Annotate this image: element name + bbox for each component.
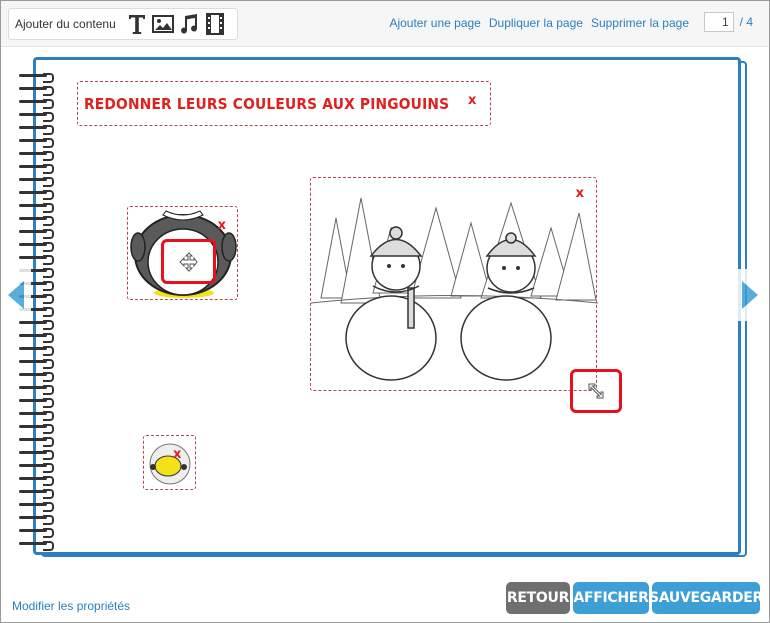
music-icon[interactable] [176,11,202,37]
move-handle-highlight[interactable] [161,239,216,284]
add-page-link[interactable]: Ajouter une page [389,16,480,30]
text-icon[interactable] [124,11,150,37]
delete-page-link[interactable]: Supprimer la page [591,16,689,30]
back-button[interactable]: RETOUR [506,582,570,614]
next-page-arrow[interactable] [735,269,765,321]
resize-handle-highlight[interactable] [570,369,622,413]
coloring-scene-block[interactable]: x [310,177,599,391]
total-pages: / 4 [739,15,753,29]
small-penguin-block[interactable]: x [143,435,196,490]
add-content-label: Ajouter du contenu [15,17,116,31]
modify-properties-link[interactable]: Modifier les propriétés [12,599,130,613]
delete-small-penguin-icon[interactable]: x [173,447,181,462]
page-title: REDONNER LEURS COULEURS AUX PINGOUINS [84,94,450,113]
move-icon [178,251,198,272]
top-toolbar: Ajouter du contenu Ajouter une page Dupl… [1,1,769,47]
delete-penguin-icon[interactable]: x [218,218,226,233]
delete-title-icon[interactable]: x [468,93,476,108]
small-penguin-illustration [149,443,191,485]
preview-button[interactable]: AFFICHER [573,582,649,614]
resize-icon [588,383,604,399]
delete-scene-icon[interactable]: x [576,186,584,201]
add-content-panel: Ajouter du contenu [8,8,238,40]
video-icon[interactable] [202,11,228,37]
page-actions: Ajouter une page Dupliquer la page Suppr… [389,16,689,30]
editor-window: Ajouter du contenu Ajouter une page Dupl… [0,0,770,623]
previous-page-arrow[interactable] [1,269,31,321]
snowmen-coloring-image [310,197,599,381]
image-icon[interactable] [150,11,176,37]
title-text-block[interactable]: REDONNER LEURS COULEURS AUX PINGOUINS x [77,81,491,126]
save-button[interactable]: SAUVEGARDER [649,582,763,614]
duplicate-page-link[interactable]: Dupliquer la page [489,16,583,30]
page-number-input[interactable] [703,12,734,32]
page-navigator: / 4 [703,12,753,32]
